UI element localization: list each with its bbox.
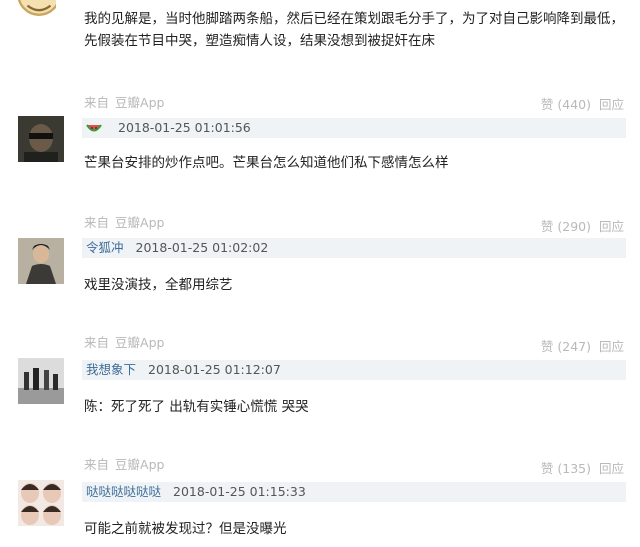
comment-time: 2018-01-25 01:12:07 [148,362,281,377]
source-prefix: 来自 [84,457,110,472]
comment-text: 可能之前就被发现过？但是没曝光 [84,521,287,537]
comment-meta: 2018-01-25 01:01:56 [82,118,626,138]
like-button[interactable]: 赞 (247) [541,339,591,354]
like-button[interactable]: 赞 (135) [541,461,591,476]
reply-button[interactable]: 回应 [599,339,624,354]
source-app: 豆瓣App [115,215,165,230]
avatar[interactable] [18,358,64,404]
source-prefix: 来自 [84,95,110,110]
comment-source: 来自 豆瓣App [84,212,164,231]
comment-meta: 哒哒哒哒哒哒 2018-01-25 01:15:33 [82,482,626,502]
comment-actions: 赞 (290) 回应 [541,216,624,235]
username-link[interactable]: 令狐冲 [86,240,124,255]
avatar[interactable] [18,238,64,284]
comment-source: 来自 豆瓣App [84,332,164,351]
comment-text-line: 先假装在节目中哭，塑造痴情人设，结果没想到被捉奸在床 [84,33,435,49]
like-button[interactable]: 赞 (290) [541,219,591,234]
avatar[interactable] [18,116,64,162]
comment-time: 2018-01-25 01:01:56 [118,120,251,135]
comment-time: 2018-01-25 01:02:02 [135,240,269,255]
comment-text: 戏里没演技，全都用综艺 [84,277,233,293]
username-link[interactable]: 我想象下 [86,362,136,377]
comment-time: 2018-01-25 01:15:33 [173,484,306,499]
source-prefix: 来自 [84,215,110,230]
comment-source: 来自 豆瓣App [84,92,164,111]
watermelon-icon [86,123,102,131]
comment-meta: 我想象下 2018-01-25 01:12:07 [82,360,626,380]
avatar[interactable] [18,480,64,526]
reply-button[interactable]: 回应 [599,461,624,476]
username-link[interactable]: 哒哒哒哒哒哒 [86,484,161,499]
comment-actions: 赞 (135) 回应 [541,458,624,477]
comment-actions: 赞 (247) 回应 [541,336,624,355]
comment-meta: 令狐冲 2018-01-25 01:02:02 [82,238,626,258]
comment-text: 芒果台安排的炒作点吧。芒果台怎么知道他们私下感情怎么样 [84,155,449,171]
like-button[interactable]: 赞 (440) [541,97,591,112]
source-prefix: 来自 [84,335,110,350]
source-app: 豆瓣App [115,335,165,350]
comment-actions: 赞 (440) 回应 [541,94,624,113]
comment-text-line: 我的见解是，当时他脚踏两条船，然后已经在策划跟毛分手了，为了对自己影响降到最低， [84,11,624,27]
comment-text: 我的见解是，当时他脚踏两条船，然后已经在策划跟毛分手了，为了对自己影响降到最低，… [84,8,624,52]
comment-source: 来自 豆瓣App [84,454,164,473]
reply-button[interactable]: 回应 [599,219,624,234]
comment-text: 陈：死了死了 出轨有实锤心慌慌 哭哭 [84,399,309,415]
source-app: 豆瓣App [115,457,165,472]
source-app: 豆瓣App [115,95,165,110]
reply-button[interactable]: 回应 [599,97,624,112]
avatar[interactable] [16,0,56,18]
